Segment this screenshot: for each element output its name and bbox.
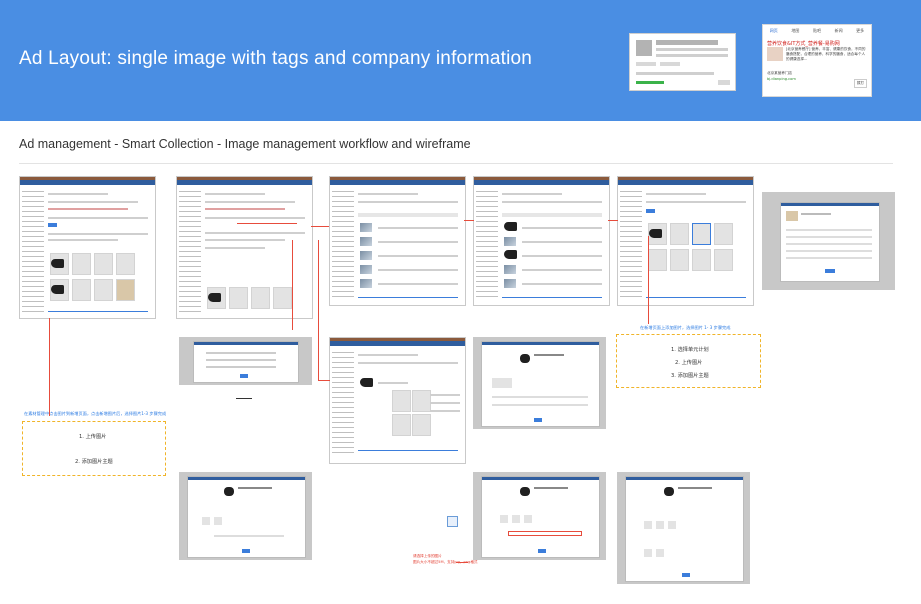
section-divider	[19, 163, 893, 164]
ad-sample-company: 北京某营养门店	[767, 71, 793, 75]
flow-connector	[292, 240, 293, 330]
section-title: Ad management - Smart Collection - Image…	[19, 137, 471, 151]
ad-image-placeholder	[636, 40, 652, 56]
ad-sample-screenshot: 网页 地图 贴吧 新闻 更多 营养饮食&IT方式_营养餐-易购网 [北京营养餐厅…	[762, 24, 872, 97]
ad-url-placeholder	[636, 81, 664, 84]
ad-sample-call-button: 拨打	[853, 79, 867, 88]
wireframe-screen-5	[617, 176, 754, 306]
error-note: 请选择上传的图片	[413, 554, 442, 558]
flow-connector	[456, 562, 468, 563]
ad-tag-placeholder	[660, 62, 680, 66]
wireframe-screen-4	[473, 176, 610, 306]
ad-layout-wireframe	[629, 33, 736, 91]
ad-nav-item: 地图	[791, 28, 800, 33]
step-item: 2. 添加图片主题	[75, 459, 113, 465]
wireframe-edit-dialog-3	[473, 472, 606, 560]
steps-box-right: 1. 选择单元计划 2. 上传图片 3. 添加图片主题	[616, 334, 761, 388]
ad-sample-nav: 网页 地图 贴吧 新闻 更多	[763, 28, 871, 36]
ad-nav-item: 贴吧	[812, 28, 821, 33]
steps-box-left: 1. 上传图片 2. 添加图片主题	[22, 421, 166, 476]
wireframe-screen-3	[329, 176, 466, 306]
flow-connector	[608, 220, 618, 221]
upload-placeholder-box	[447, 516, 458, 527]
flow-note-left: 在素材管理中点击图片到新增页面，点击新增图片后，选择图片1-3 步骤完成	[24, 411, 167, 416]
step-item: 3. 添加图片主题	[671, 373, 709, 379]
wireframe-upload-dialog	[179, 337, 312, 385]
banner-title: Ad Layout: single image with tags and co…	[19, 48, 533, 69]
step-item: 1. 上传图片	[79, 434, 107, 440]
flow-connector	[318, 240, 319, 380]
ad-company-placeholder	[636, 72, 714, 75]
wireframe-edit-dialog-4	[617, 472, 750, 584]
flow-connector	[464, 220, 474, 221]
ad-nav-item: 新闻	[834, 28, 843, 33]
wireframe-screen-1	[19, 176, 156, 319]
step-item: 1. 选择单元计划	[671, 347, 709, 353]
header-banner: Ad Layout: single image with tags and co…	[0, 0, 921, 121]
wireframe-modal-preview	[762, 192, 895, 290]
ad-desc-placeholder	[656, 48, 728, 51]
flow-connector	[311, 226, 329, 227]
step-item: 2. 上传图片	[675, 360, 703, 366]
ad-desc-placeholder	[656, 54, 728, 57]
ad-tag-placeholder	[636, 62, 656, 66]
ad-nav-item: 更多	[856, 28, 865, 33]
ad-sample-thumbnail	[767, 47, 783, 61]
flow-connector	[648, 236, 649, 324]
ad-sample-headline: 营养饮食&IT方式_营养餐-易购网	[767, 41, 840, 47]
wireframe-edit-dialog-1	[473, 337, 606, 429]
ad-sample-description: [北京营养餐厅] 营养、丰富、健康的饮食，不同的膳食搭配，合理的营养，科学的膳食…	[786, 47, 866, 61]
flow-connector	[49, 318, 50, 416]
wireframe-edit-dialog-2	[179, 472, 312, 560]
dialog-caption-line	[236, 398, 252, 399]
ad-call-placeholder	[718, 80, 730, 85]
flow-note-right: 在新增页面上添加图片，选择图片 1- 3 步骤完成	[640, 325, 731, 330]
flow-connector	[318, 380, 330, 381]
ad-nav-item: 网页	[769, 28, 778, 33]
wireframe-screen-6	[329, 337, 466, 464]
ad-sample-url: bj.dianping.com	[767, 77, 796, 81]
ad-title-placeholder	[656, 40, 718, 45]
